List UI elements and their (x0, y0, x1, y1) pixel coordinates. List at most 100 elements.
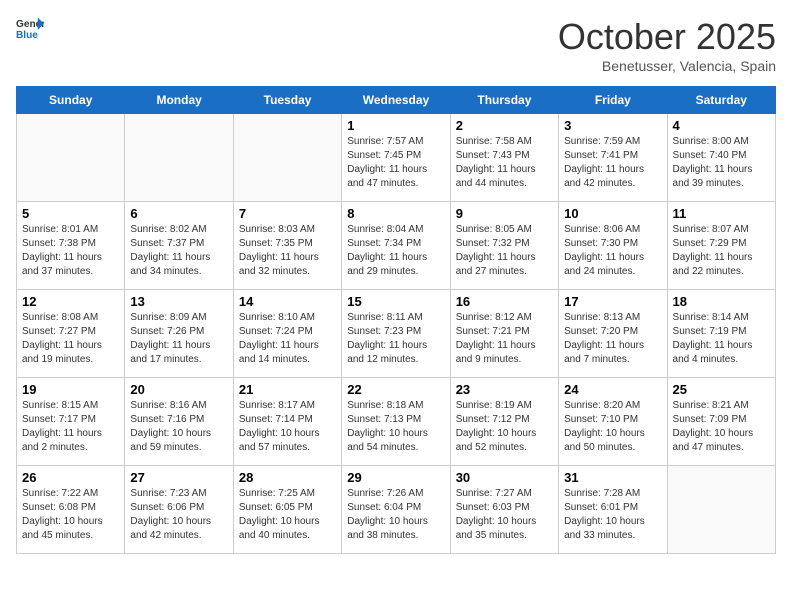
day-info: Sunrise: 8:08 AM Sunset: 7:27 PM Dayligh… (22, 311, 119, 367)
day-info: Sunrise: 8:17 AM Sunset: 7:14 PM Dayligh… (239, 399, 336, 455)
day-number: 5 (22, 206, 119, 221)
calendar-table: SundayMondayTuesdayWednesdayThursdayFrid… (16, 86, 776, 554)
week-row-2: 5 Sunrise: 8:01 AM Sunset: 7:38 PM Daylig… (17, 202, 776, 290)
title-block: October 2025 Benetusser, Valencia, Spain (558, 16, 776, 74)
day-cell: 28Sunrise: 7:25 AM Sunset: 6:05 PM Dayli… (233, 466, 341, 554)
weekday-header-monday: Monday (125, 87, 233, 114)
day-cell: 13Sunrise: 8:09 AM Sunset: 7:26 PM Dayli… (125, 290, 233, 378)
day-cell: 21 Sunrise: 8:17 AM Sunset: 7:14 PM Dayli… (233, 378, 341, 466)
day-number: 21 (239, 382, 336, 397)
day-cell: 18Sunrise: 8:14 AM Sunset: 7:19 PM Dayli… (667, 290, 775, 378)
day-number: 3 (564, 118, 661, 133)
week-row-4: 19 Sunrise: 8:15 AM Sunset: 7:17 PM Dayli… (17, 378, 776, 466)
day-number: 20 (130, 382, 227, 397)
week-row-1: 1 Sunrise: 7:57 AM Sunset: 7:45 PM Daylig… (17, 114, 776, 202)
day-number: 15 (347, 294, 444, 309)
day-info: Sunrise: 8:01 AM Sunset: 7:38 PM Dayligh… (22, 223, 119, 279)
day-cell: 27 Sunrise: 7:23 AM Sunset: 6:06 PM Dayli… (125, 466, 233, 554)
day-info: Sunrise: 8:10 AM Sunset: 7:24 PM Dayligh… (239, 311, 336, 367)
day-number: 23 (456, 382, 553, 397)
day-cell: 17Sunrise: 8:13 AM Sunset: 7:20 PM Dayli… (559, 290, 667, 378)
month-title: October 2025 (558, 16, 776, 58)
day-number: 14 (239, 294, 336, 309)
day-cell: 25 Sunrise: 8:21 AM Sunset: 7:09 PM Dayli… (667, 378, 775, 466)
day-cell: 3 Sunrise: 7:59 AM Sunset: 7:41 PM Daylig… (559, 114, 667, 202)
day-cell: 10 Sunrise: 8:06 AM Sunset: 7:30 PM Dayli… (559, 202, 667, 290)
day-info: Sunrise: 7:59 AM Sunset: 7:41 PM Dayligh… (564, 135, 661, 191)
day-cell: 23Sunrise: 8:19 AM Sunset: 7:12 PM Dayli… (450, 378, 558, 466)
week-row-3: 12 Sunrise: 8:08 AM Sunset: 7:27 PM Dayli… (17, 290, 776, 378)
day-info: Sunrise: 7:28 AM Sunset: 6:01 PM Dayligh… (564, 487, 661, 543)
day-cell (233, 114, 341, 202)
day-info: Sunrise: 8:16 AM Sunset: 7:16 PM Dayligh… (130, 399, 227, 455)
day-number: 24 (564, 382, 661, 397)
day-info: Sunrise: 8:18 AM Sunset: 7:13 PM Dayligh… (347, 399, 444, 455)
day-info: Sunrise: 8:15 AM Sunset: 7:17 PM Dayligh… (22, 399, 119, 455)
day-info: Sunrise: 7:27 AM Sunset: 6:03 PM Dayligh… (456, 487, 553, 543)
day-cell: 14 Sunrise: 8:10 AM Sunset: 7:24 PM Dayli… (233, 290, 341, 378)
day-cell: 1 Sunrise: 7:57 AM Sunset: 7:45 PM Daylig… (342, 114, 450, 202)
day-info: Sunrise: 8:13 AM Sunset: 7:20 PM Dayligh… (564, 311, 661, 367)
day-cell: 2 Sunrise: 7:58 AM Sunset: 7:43 PM Daylig… (450, 114, 558, 202)
day-number: 18 (673, 294, 770, 309)
day-cell: 4Sunrise: 8:00 AM Sunset: 7:40 PM Daylig… (667, 114, 775, 202)
weekday-header-sunday: Sunday (17, 87, 125, 114)
day-cell: 11 Sunrise: 8:07 AM Sunset: 7:29 PM Dayli… (667, 202, 775, 290)
day-cell: 8 Sunrise: 8:04 AM Sunset: 7:34 PM Daylig… (342, 202, 450, 290)
weekday-header-wednesday: Wednesday (342, 87, 450, 114)
day-number: 11 (673, 206, 770, 221)
day-info: Sunrise: 7:57 AM Sunset: 7:45 PM Dayligh… (347, 135, 444, 191)
day-number: 4 (673, 118, 770, 133)
day-cell: 19 Sunrise: 8:15 AM Sunset: 7:17 PM Dayli… (17, 378, 125, 466)
svg-text:Blue: Blue (16, 30, 38, 41)
day-info: Sunrise: 8:06 AM Sunset: 7:30 PM Dayligh… (564, 223, 661, 279)
location: Benetusser, Valencia, Spain (558, 58, 776, 74)
day-cell: 24 Sunrise: 8:20 AM Sunset: 7:10 PM Dayli… (559, 378, 667, 466)
weekday-header-friday: Friday (559, 87, 667, 114)
day-info: Sunrise: 8:03 AM Sunset: 7:35 PM Dayligh… (239, 223, 336, 279)
day-info: Sunrise: 8:12 AM Sunset: 7:21 PM Dayligh… (456, 311, 553, 367)
logo-icon: General Blue (16, 16, 44, 44)
day-number: 29 (347, 470, 444, 485)
day-cell: 7 Sunrise: 8:03 AM Sunset: 7:35 PM Daylig… (233, 202, 341, 290)
weekday-header-thursday: Thursday (450, 87, 558, 114)
day-cell (125, 114, 233, 202)
day-cell: 22 Sunrise: 8:18 AM Sunset: 7:13 PM Dayli… (342, 378, 450, 466)
day-cell: 12 Sunrise: 8:08 AM Sunset: 7:27 PM Dayli… (17, 290, 125, 378)
day-number: 16 (456, 294, 553, 309)
day-number: 2 (456, 118, 553, 133)
day-number: 30 (456, 470, 553, 485)
day-cell (17, 114, 125, 202)
day-number: 12 (22, 294, 119, 309)
day-info: Sunrise: 7:58 AM Sunset: 7:43 PM Dayligh… (456, 135, 553, 191)
day-number: 19 (22, 382, 119, 397)
day-cell (667, 466, 775, 554)
day-cell: 31Sunrise: 7:28 AM Sunset: 6:01 PM Dayli… (559, 466, 667, 554)
day-cell: 9Sunrise: 8:05 AM Sunset: 7:32 PM Daylig… (450, 202, 558, 290)
page-header: General Blue October 2025 Benetusser, Va… (16, 16, 776, 74)
day-info: Sunrise: 8:07 AM Sunset: 7:29 PM Dayligh… (673, 223, 770, 279)
day-number: 28 (239, 470, 336, 485)
day-cell: 15Sunrise: 8:11 AM Sunset: 7:23 PM Dayli… (342, 290, 450, 378)
week-row-5: 26Sunrise: 7:22 AM Sunset: 6:08 PM Dayli… (17, 466, 776, 554)
day-info: Sunrise: 8:20 AM Sunset: 7:10 PM Dayligh… (564, 399, 661, 455)
day-number: 7 (239, 206, 336, 221)
day-info: Sunrise: 8:02 AM Sunset: 7:37 PM Dayligh… (130, 223, 227, 279)
weekday-header-tuesday: Tuesday (233, 87, 341, 114)
day-number: 8 (347, 206, 444, 221)
day-number: 13 (130, 294, 227, 309)
day-cell: 5 Sunrise: 8:01 AM Sunset: 7:38 PM Daylig… (17, 202, 125, 290)
day-info: Sunrise: 8:21 AM Sunset: 7:09 PM Dayligh… (673, 399, 770, 455)
day-cell: 6 Sunrise: 8:02 AM Sunset: 7:37 PM Daylig… (125, 202, 233, 290)
day-number: 10 (564, 206, 661, 221)
day-info: Sunrise: 8:05 AM Sunset: 7:32 PM Dayligh… (456, 223, 553, 279)
day-cell: 30 Sunrise: 7:27 AM Sunset: 6:03 PM Dayli… (450, 466, 558, 554)
day-info: Sunrise: 8:04 AM Sunset: 7:34 PM Dayligh… (347, 223, 444, 279)
day-number: 25 (673, 382, 770, 397)
day-number: 1 (347, 118, 444, 133)
day-number: 27 (130, 470, 227, 485)
day-info: Sunrise: 7:23 AM Sunset: 6:06 PM Dayligh… (130, 487, 227, 543)
day-number: 22 (347, 382, 444, 397)
day-cell: 16 Sunrise: 8:12 AM Sunset: 7:21 PM Dayli… (450, 290, 558, 378)
day-number: 6 (130, 206, 227, 221)
